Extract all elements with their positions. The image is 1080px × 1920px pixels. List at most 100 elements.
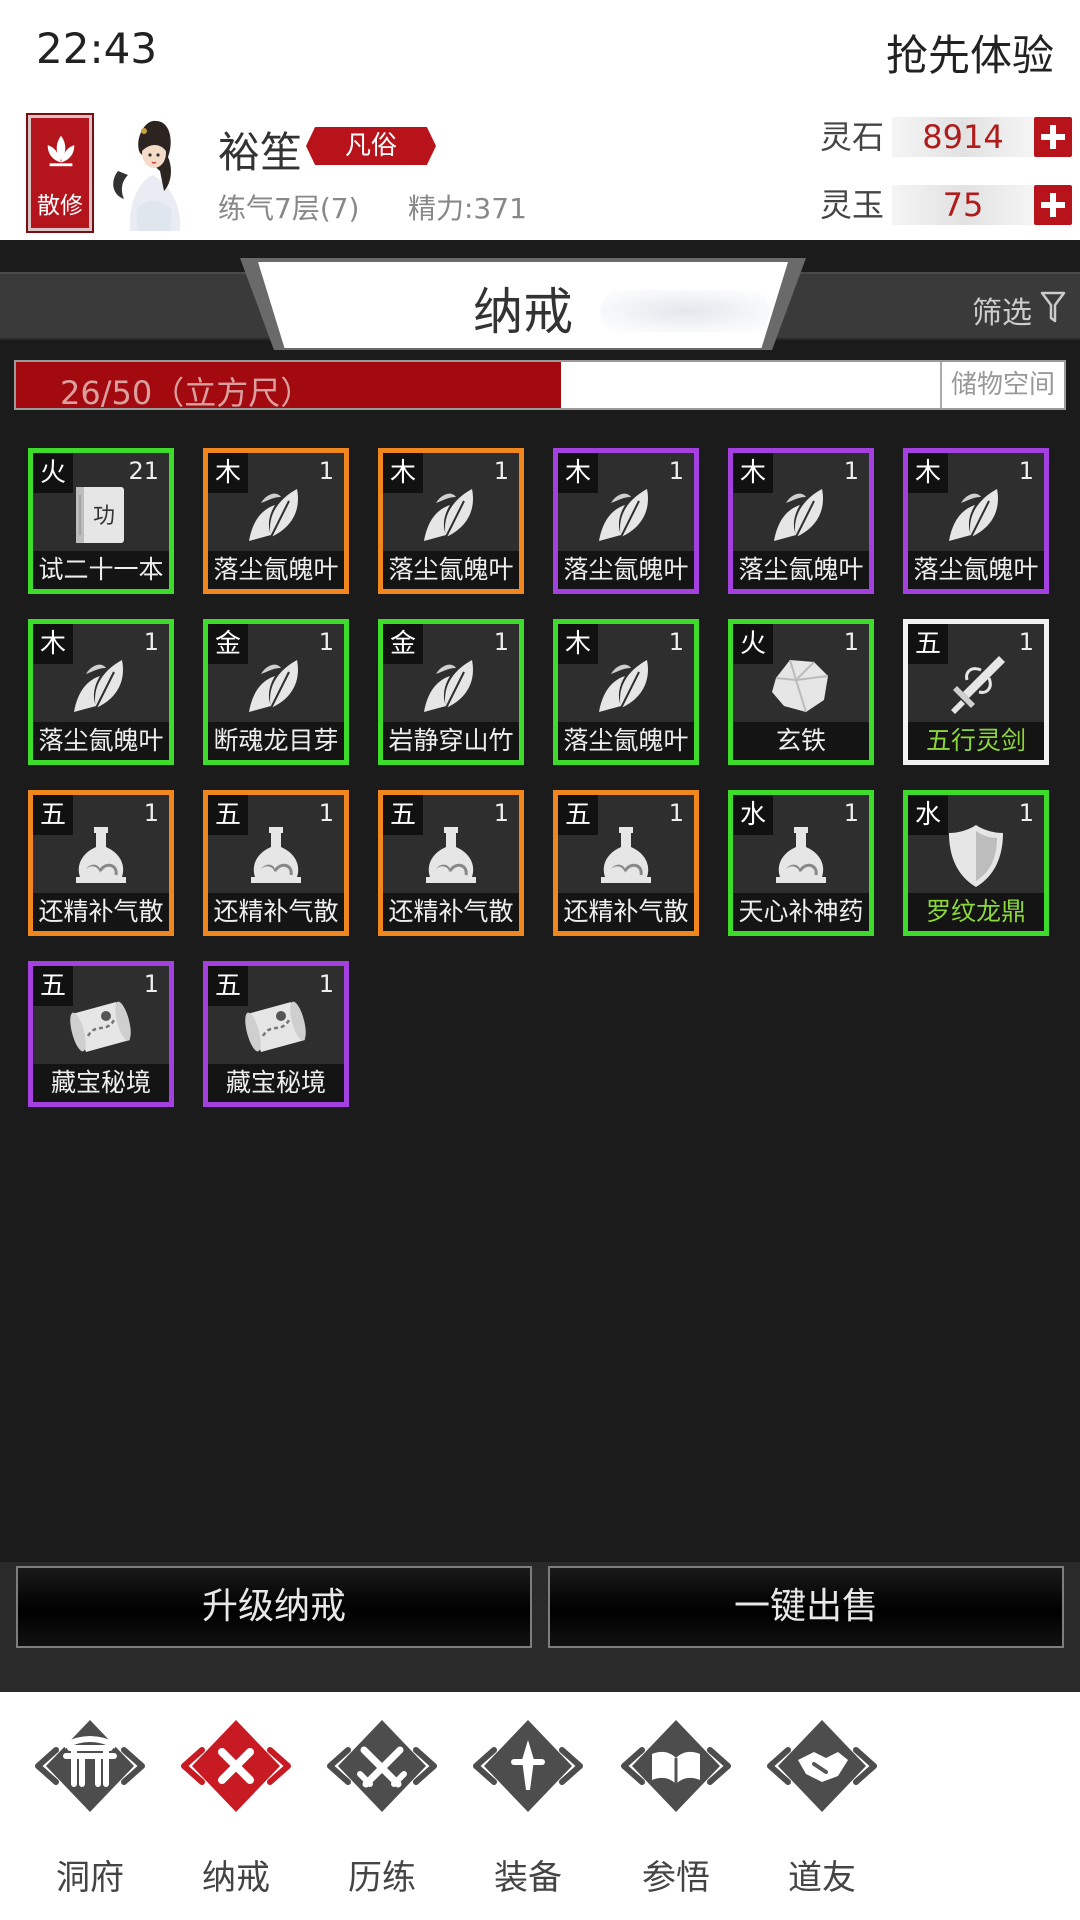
sell-all-button[interactable]: 一键出售 (548, 1566, 1064, 1648)
inventory-slot[interactable]: 金 1 断魂龙目芽 (203, 619, 349, 765)
inventory-slot[interactable]: 五 1 藏宝秘境 (28, 961, 174, 1107)
item-quantity: 1 (1018, 457, 1034, 485)
energy-value: 精力:371 (408, 192, 527, 225)
add-spirit-stone-button[interactable] (1034, 117, 1072, 157)
leaf-icon (416, 479, 486, 549)
lotus-icon (47, 135, 75, 167)
inventory-slot[interactable]: 木 1 落尘氤魄叶 (203, 448, 349, 594)
nav-label: 装备 (494, 1858, 562, 1898)
item-quantity: 1 (493, 628, 509, 656)
nav-item-2[interactable]: 历练 (312, 1712, 452, 1902)
nav-item-4[interactable]: 参悟 (606, 1712, 746, 1902)
crossed-swords-icon (322, 1712, 442, 1822)
nav-item-0[interactable]: 洞府 (20, 1712, 160, 1902)
inventory-slot[interactable]: 五 1 五行灵剑 (903, 619, 1049, 765)
inventory-slot[interactable]: 五 1 还精补气散 (28, 790, 174, 936)
item-name: 落尘氤魄叶 (33, 722, 169, 760)
item-quantity: 1 (668, 799, 684, 827)
leaf-icon (241, 650, 311, 720)
inventory-slot[interactable]: 木 1 落尘氤魄叶 (728, 448, 874, 594)
flask-icon (66, 821, 136, 891)
inventory-slot[interactable]: 木 1 落尘氤魄叶 (553, 619, 699, 765)
filter-icon[interactable] (1040, 290, 1066, 324)
inventory-slot[interactable]: 五 1 藏宝秘境 (203, 961, 349, 1107)
add-spirit-jade-button[interactable] (1034, 185, 1072, 225)
item-name: 落尘氤魄叶 (908, 551, 1044, 589)
inventory-grid: 火 21 功试二十一本木 1 落尘氤魄叶木 1 落尘氤魄叶木 1 落尘氤魄叶木 1 落尘氤魄叶木 1 落… (0, 420, 1080, 1560)
gate-icon (30, 1712, 150, 1822)
manual-icon: 功 (66, 479, 136, 549)
sect-badge[interactable]: 散修 (26, 113, 94, 233)
inventory-slot[interactable]: 水 1 罗纹龙鼎 (903, 790, 1049, 936)
flask-icon (766, 821, 836, 891)
flask-icon (591, 821, 661, 891)
item-quantity: 1 (143, 799, 159, 827)
currency-name: 灵玉 (820, 186, 885, 224)
item-name: 断魂龙目芽 (208, 722, 344, 760)
map-scroll-icon (241, 992, 311, 1062)
storage-space-label: 储物空间 (940, 362, 1064, 408)
page-title: 纳戒 (473, 283, 573, 341)
inventory-slot[interactable]: 火 21 功试二十一本 (28, 448, 174, 594)
nav-item-3[interactable]: 装备 (458, 1712, 598, 1902)
shield-icon (941, 821, 1011, 891)
leaf-icon (591, 479, 661, 549)
bottom-nav: 洞府 纳戒 历练 装备 参悟 道友 (0, 1692, 1080, 1920)
filter-button[interactable]: 筛选 (972, 288, 1032, 332)
sword-icon (941, 650, 1011, 720)
item-quantity: 1 (1018, 799, 1034, 827)
handshake-icon (762, 1712, 882, 1822)
upgrade-ring-button[interactable]: 升级纳戒 (16, 1566, 532, 1648)
item-quantity: 1 (843, 799, 859, 827)
inventory-slot[interactable]: 五 1 还精补气散 (378, 790, 524, 936)
status-time: 22:43 (36, 24, 158, 73)
nav-item-5[interactable]: 道友 (752, 1712, 892, 1902)
nav-item-1[interactable]: 纳戒 (166, 1712, 306, 1902)
item-quantity: 1 (1018, 628, 1034, 656)
item-name: 五行灵剑 (908, 722, 1044, 760)
currency-value: 8914 (892, 117, 1034, 157)
item-name: 罗纹龙鼎 (908, 893, 1044, 931)
item-name: 还精补气散 (383, 893, 519, 931)
early-access-label[interactable]: 抢先体验 (886, 22, 1054, 83)
leaf-icon (591, 650, 661, 720)
leaf-icon (241, 479, 311, 549)
currency-spirit-jade: 灵玉 75 (820, 183, 1072, 227)
inventory-slot[interactable]: 木 1 落尘氤魄叶 (903, 448, 1049, 594)
leaf-icon (941, 479, 1011, 549)
inventory-slot[interactable]: 五 1 还精补气散 (203, 790, 349, 936)
item-name: 落尘氤魄叶 (383, 551, 519, 589)
inventory-slot[interactable]: 水 1 天心补神药 (728, 790, 874, 936)
inventory-slot[interactable]: 木 1 落尘氤魄叶 (378, 448, 524, 594)
profile-header: 散修 裕笙 凡俗 练气7层(7) 精力:371 灵石 8914 灵玉 75 (0, 105, 1080, 240)
currency-value: 75 (892, 185, 1034, 225)
item-quantity: 1 (493, 799, 509, 827)
item-quantity: 1 (318, 970, 334, 998)
avatar[interactable] (100, 111, 204, 231)
capacity-bar: 26/50（立方尺） 储物空间 (14, 360, 1066, 412)
item-name: 试二十一本 (33, 551, 169, 589)
item-quantity: 1 (843, 457, 859, 485)
close-icon (176, 1712, 296, 1822)
item-name: 还精补气散 (558, 893, 694, 931)
item-name: 玄铁 (733, 722, 869, 760)
inventory-slot[interactable]: 木 1 落尘氤魄叶 (553, 448, 699, 594)
item-name: 落尘氤魄叶 (558, 722, 694, 760)
nav-label: 纳戒 (202, 1858, 270, 1898)
player-name: 裕笙 (218, 128, 303, 177)
leaf-icon (766, 479, 836, 549)
item-name: 落尘氤魄叶 (558, 551, 694, 589)
inventory-slot[interactable]: 火 1 玄铁 (728, 619, 874, 765)
map-scroll-icon (66, 992, 136, 1062)
item-name: 还精补气散 (208, 893, 344, 931)
item-quantity: 1 (143, 628, 159, 656)
item-name: 藏宝秘境 (33, 1064, 169, 1102)
item-quantity: 1 (843, 628, 859, 656)
inventory-slot[interactable]: 木 1 落尘氤魄叶 (28, 619, 174, 765)
leaf-icon (416, 650, 486, 720)
inventory-slot[interactable]: 金 1 岩静穿山竹 (378, 619, 524, 765)
rank-tag: 凡俗 (306, 127, 436, 165)
inventory-slot[interactable]: 五 1 还精补气散 (553, 790, 699, 936)
nav-label: 道友 (788, 1858, 856, 1898)
item-name: 藏宝秘境 (208, 1064, 344, 1102)
